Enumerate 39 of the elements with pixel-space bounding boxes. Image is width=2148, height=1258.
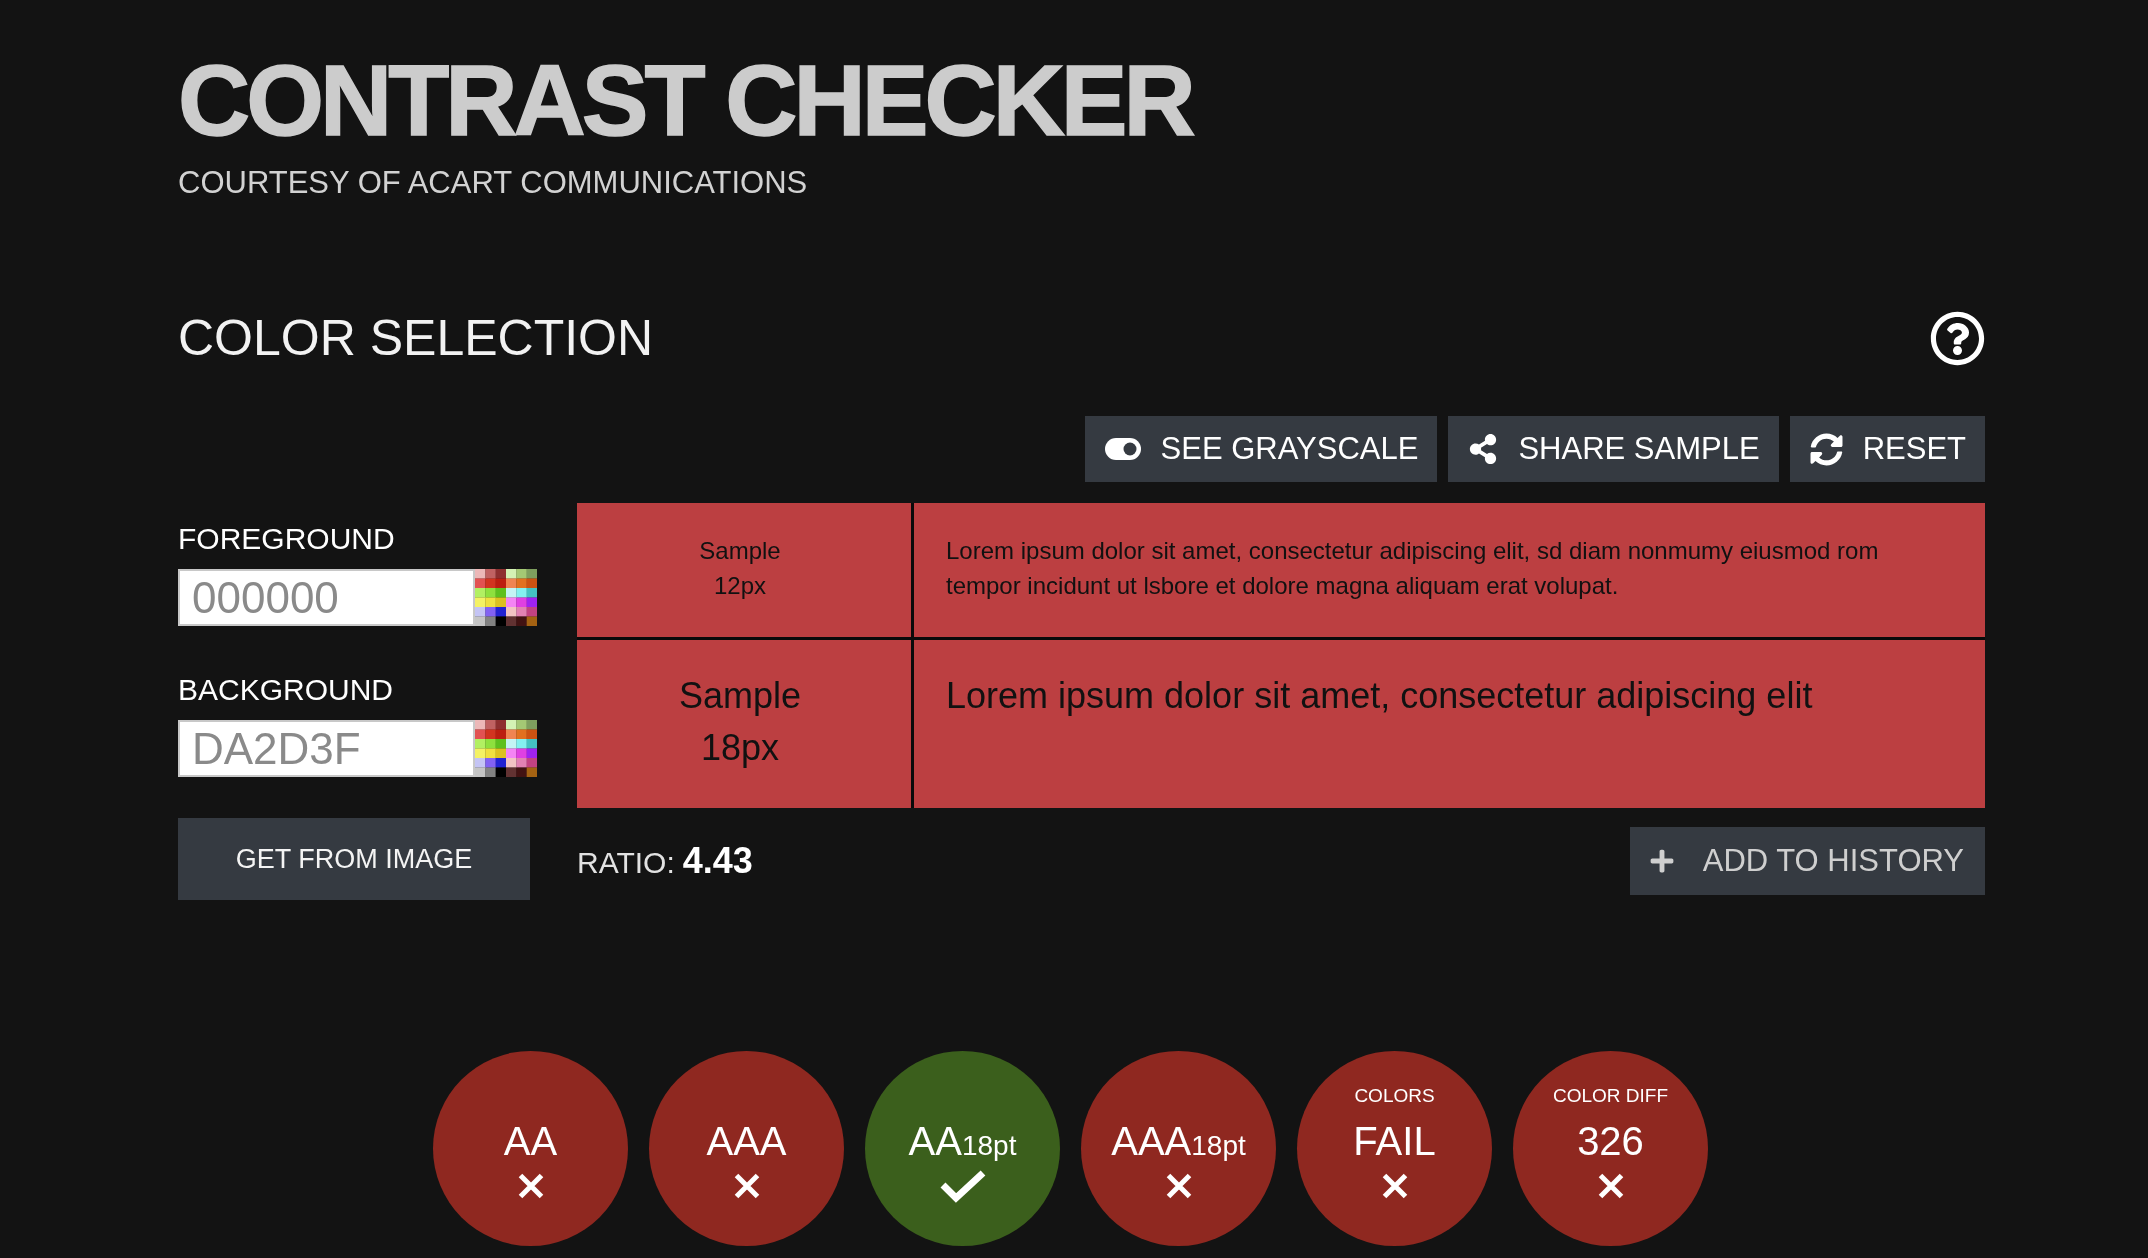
result-caption: COLOR DIFF [1552,1085,1669,1107]
field-label: FOREGROUND [178,521,395,557]
plus-icon [1648,848,1675,874]
result-label: AAA [706,1118,787,1164]
get-from-image-button[interactable]: GET FROM IMAGE [178,818,530,900]
toolbar-button[interactable]: SEE GRAYSCALE [1084,416,1438,482]
toggle-icon [1104,438,1141,460]
sample-size-label: Sample 12px [699,536,781,601]
sample-text: Lorem ipsum dolor sit amet, consectetur adipiscing elit [946,674,1814,718]
ratio-value: 4.43 [682,840,753,882]
result-size: 18pt [961,1129,1017,1162]
sample-text: Lorem ipsum dolor sit amet, consectetur adipiscing elit, sd diam nonmumy eiusmod rom tempor incidunt ut lsbore et dolore magna aliquam erat volupat. [946,536,1880,601]
field-label: BACKGROUND [178,672,394,708]
color-palette-icon[interactable] [475,720,537,777]
help-icon[interactable] [1930,310,1985,366]
color-palette-icon[interactable] [475,569,537,626]
sample-size-label: Sample 18px [678,674,802,770]
toolbar-button[interactable]: RESET [1789,416,1985,482]
section-title: COLOR SELECTION [178,309,654,368]
result-label: AAA [1111,1118,1192,1164]
ratio-label: RATIO: [577,846,675,880]
add-to-history-button[interactable]: ADD TO HISTORY [1629,827,1985,895]
page-title: CONTRAST CHECKER [178,48,1192,152]
check-icon [939,1169,986,1203]
cross-icon [1597,1173,1624,1199]
refresh-icon [1809,432,1843,466]
result-caption: COLORS [1354,1085,1435,1107]
result-size: 18pt [1191,1129,1246,1162]
result-label: AA [503,1118,558,1164]
result-label: FAIL [1353,1118,1436,1164]
cross-icon [517,1173,544,1199]
result-label: AA [908,1118,962,1164]
share-icon [1468,434,1499,464]
cross-icon [1381,1173,1408,1199]
page-subtitle: COURTESY OF ACART COMMUNICATIONS [178,165,808,201]
toolbar-button[interactable]: SHARE SAMPLE [1448,416,1779,482]
cross-icon [1165,1173,1192,1199]
result-label: 326 [1577,1118,1644,1164]
cross-icon [733,1173,760,1199]
